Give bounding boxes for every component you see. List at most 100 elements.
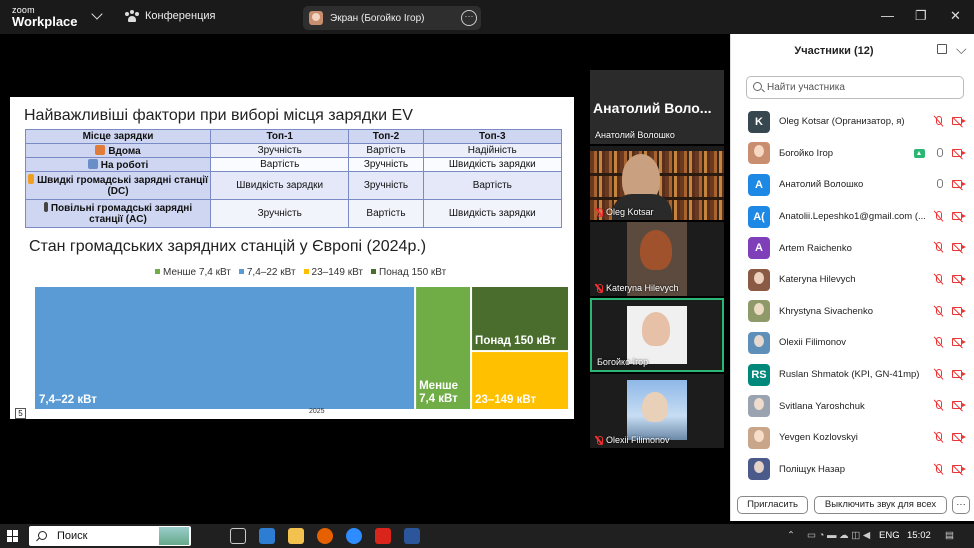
more-icon[interactable]: ··· [461, 10, 477, 26]
video-tile[interactable]: Анатолий Воло... Анатолий Волошко [590, 70, 724, 144]
video-off-icon[interactable] [952, 274, 966, 286]
participant-row[interactable]: RS Ruslan Shmatok (KPI, GN-41mp) [748, 359, 970, 391]
chevron-down-icon[interactable] [91, 8, 103, 20]
zoom-logo: zoom Workplace [12, 5, 78, 29]
mic-muted-icon[interactable] [934, 305, 946, 318]
lightning-icon [28, 174, 35, 184]
people-icon [125, 10, 139, 22]
participant-row[interactable]: Yevgen Kozlovskyi [748, 422, 970, 454]
windows-start-icon[interactable] [7, 530, 19, 542]
mic-muted-icon[interactable] [934, 431, 946, 444]
mic-muted-icon[interactable] [934, 273, 946, 286]
treemap-label: 7,4 кВт [419, 393, 458, 405]
table-cell: Надійність [422, 143, 563, 158]
video-off-icon[interactable] [952, 116, 966, 128]
table-cell: Вартість [348, 199, 424, 228]
mic-muted-icon[interactable] [934, 116, 946, 128]
video-tile[interactable]: Kateryna Hilevych [590, 222, 724, 296]
table-header: Топ-1 [209, 129, 350, 144]
more-button[interactable]: ··· [952, 496, 970, 514]
chart-legend: Менше 7,4 кВт 7,4–22 кВт 23–149 кВт Пона… [155, 267, 446, 278]
video-tile[interactable]: Olexii Filimonov [590, 374, 724, 448]
presentation-slide: Найважливіші фактори при виборі місця за… [10, 97, 574, 419]
avatar: A [748, 237, 770, 260]
word-icon[interactable] [404, 528, 420, 544]
taskbar-search[interactable]: Поиск [29, 526, 191, 546]
logo-line2: Workplace [12, 14, 78, 29]
footer-year: 2025 [309, 408, 325, 415]
table-cell: Швидкість зарядки [422, 199, 563, 228]
video-off-icon[interactable] [952, 148, 966, 160]
treemap-label: Понад 150 кВт [475, 335, 556, 347]
popout-icon[interactable] [937, 44, 947, 54]
mic-muted-icon[interactable] [934, 368, 946, 381]
slide-title: Найважливіші фактори при виборі місця за… [24, 107, 413, 124]
participant-row[interactable]: A(Anatolii.Lepeshko1@gmail.com (... [748, 201, 970, 233]
video-off-icon[interactable] [952, 432, 966, 444]
zoom-taskbar-icon[interactable] [346, 528, 362, 544]
video-off-icon[interactable] [952, 400, 966, 412]
table-row: Вдома Зручність Вартість Надійність [25, 143, 563, 158]
screen-share-indicator[interactable]: Экран (Богойко Ігор) ··· [303, 6, 481, 30]
video-off-icon[interactable] [952, 369, 966, 381]
mic-muted-icon[interactable] [934, 463, 946, 476]
mic-muted-icon[interactable] [934, 337, 946, 349]
participant-row[interactable]: Khrystyna Sivachenko [748, 296, 970, 328]
participants-panel: Участники (12) ⌵ Найти участника K Oleg K… [730, 34, 974, 521]
maximize-button[interactable]: ❐ [915, 8, 927, 24]
participant-row[interactable]: K Oleg Kotsar (Организатор, я) [748, 106, 970, 138]
clock[interactable]: 15:02 [907, 530, 931, 541]
participant-row[interactable]: Поліщук Назар [748, 454, 970, 486]
tile-big-name: Анатолий Воло... [593, 100, 712, 116]
mic-muted-icon[interactable] [934, 210, 946, 223]
video-off-icon[interactable] [952, 179, 966, 191]
notification-icon[interactable]: ▤ [945, 530, 954, 541]
avatar [748, 268, 770, 291]
table-cell: Вартість [422, 171, 563, 200]
mute-all-button[interactable]: Выключить звук для всех [814, 496, 947, 514]
firefox-icon[interactable] [317, 528, 333, 544]
table-header: Топ-2 [348, 129, 424, 144]
mic-icon[interactable] [934, 179, 946, 191]
table-cell: На роботі [100, 159, 149, 171]
video-off-icon[interactable] [952, 337, 966, 349]
video-off-icon[interactable] [952, 464, 966, 476]
minimize-button[interactable]: — [881, 8, 894, 23]
tile-name: Kateryna Hilevych [595, 283, 679, 293]
acrobat-icon[interactable] [375, 528, 391, 544]
store-icon[interactable] [259, 528, 275, 544]
mic-icon[interactable] [934, 147, 946, 160]
participant-row[interactable]: A Анатолий Волошко [748, 169, 970, 201]
video-off-icon[interactable] [952, 242, 966, 254]
screen-share-icon [914, 148, 925, 158]
table-cell: Вартість [348, 143, 424, 158]
task-view-icon[interactable] [230, 528, 246, 544]
close-panel-button[interactable]: ⌵ [956, 41, 967, 58]
participant-row[interactable]: Богойко Ігор [748, 138, 970, 170]
participant-search-input[interactable]: Найти участника [746, 76, 964, 99]
meeting-stage: Найважливіші фактори при виборі місця за… [0, 34, 730, 521]
video-off-icon[interactable] [952, 306, 966, 318]
close-button[interactable]: ✕ [950, 8, 961, 24]
language-indicator[interactable]: ENG [879, 530, 900, 541]
video-off-icon[interactable] [952, 211, 966, 223]
mic-muted-icon[interactable] [934, 242, 946, 254]
participant-row[interactable]: A Artem Raichenko [748, 232, 970, 264]
plug-icon [43, 202, 48, 212]
participant-row[interactable]: Svitlana Yaroshchuk [748, 390, 970, 422]
video-tile[interactable]: Oleg Kotsar [590, 146, 724, 220]
zoom-window: zoom Workplace Конференция Экран (Богойк… [0, 0, 974, 548]
explorer-icon[interactable] [288, 528, 304, 544]
table-cell: Зручність [209, 199, 350, 228]
participant-row[interactable]: Olexii Filimonov [748, 327, 970, 359]
mic-muted-icon[interactable] [934, 400, 946, 412]
conference-button[interactable]: Конференция [125, 10, 215, 22]
tray-icons[interactable]: ▭ ◔ ▬ ☁ ◫ ◀ [807, 530, 870, 541]
participant-name: Oleg Kotsar (Организатор, я) [779, 116, 905, 128]
invite-button[interactable]: Пригласить [737, 496, 808, 514]
avatar [748, 331, 770, 354]
participant-row[interactable]: Kateryna Hilevych [748, 264, 970, 296]
table-header: Місце зарядки [25, 129, 211, 144]
video-tile-active-speaker[interactable]: Богойко Ігор [590, 298, 724, 372]
tray-chevron-icon[interactable]: ⌃ [787, 530, 795, 541]
